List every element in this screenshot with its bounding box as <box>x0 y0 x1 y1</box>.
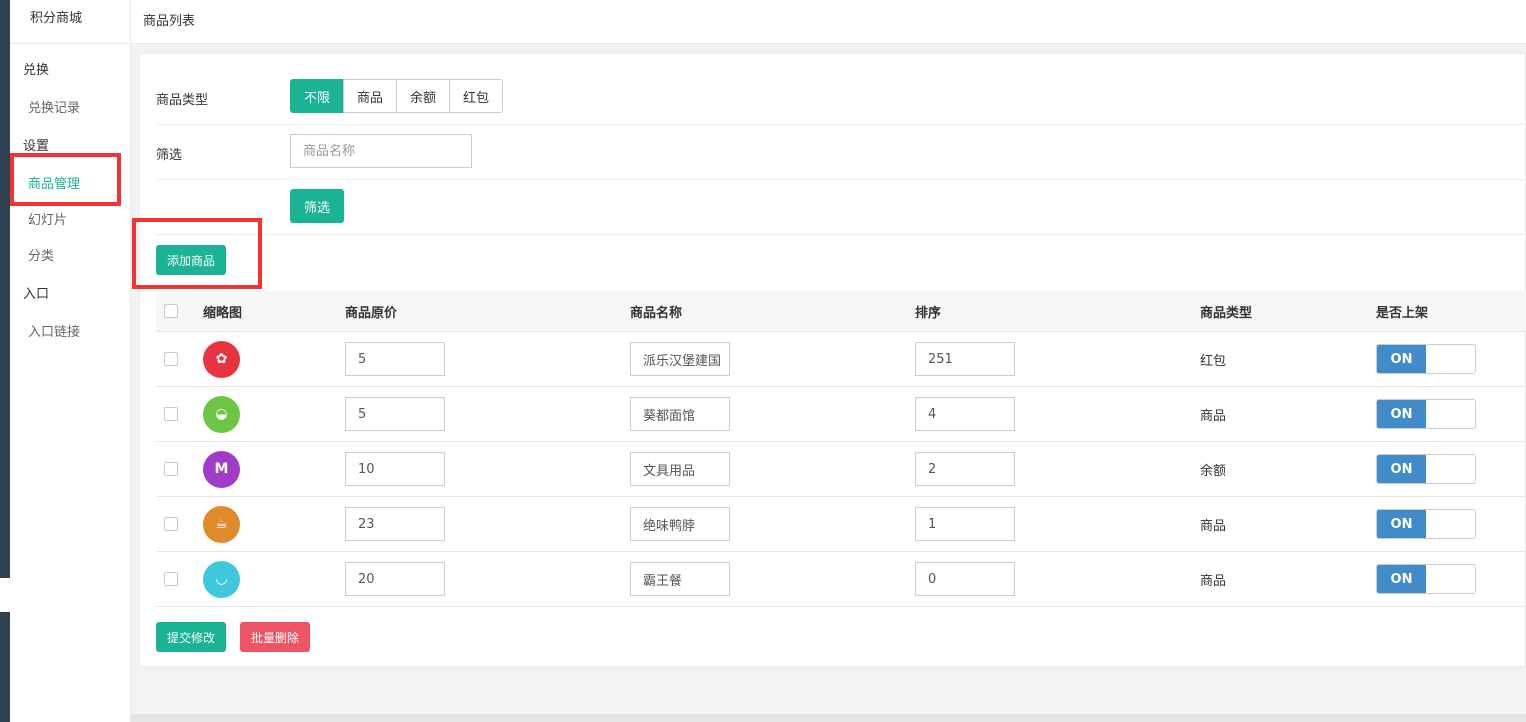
noodle-bowl-icon: ◡ <box>203 560 240 598</box>
row-checkbox[interactable] <box>164 517 178 531</box>
product-type-value: 余额 <box>1200 463 1227 479</box>
cookie-icon: ✿ <box>203 340 240 378</box>
product-name-search-input[interactable] <box>290 134 472 168</box>
divider <box>156 234 1526 235</box>
col-sort: 排序 <box>915 305 942 321</box>
coffee-icon: ☕ <box>203 505 240 543</box>
sidebar-section-settings[interactable]: 设置 <box>23 135 49 154</box>
sidebar-item-entry-links[interactable]: 入口链接 <box>28 321 80 340</box>
col-original-price: 商品原价 <box>345 305 398 321</box>
filter-button[interactable]: 筛选 <box>290 189 344 223</box>
type-option-balance[interactable]: 余额 <box>396 79 450 113</box>
product-type-value: 商品 <box>1200 573 1227 589</box>
col-thumbnail: 缩略图 <box>203 305 243 321</box>
divider <box>156 179 1526 180</box>
product-table: 缩略图 商品原价 商品名称 排序 商品类型 是否上架 ✿ 红包 ON ◒ <box>156 291 1526 607</box>
sidebar-item-categories[interactable]: 分类 <box>28 245 54 264</box>
submit-changes-button[interactable]: 提交修改 <box>156 622 226 652</box>
page-title: 商品列表 <box>143 14 196 29</box>
sort-input[interactable] <box>915 342 1015 376</box>
col-product-type: 商品类型 <box>1200 305 1253 321</box>
table-row: ☕ 商品 ON <box>156 497 1526 552</box>
product-type-group: 不限 商品 余额 红包 <box>290 79 503 113</box>
listed-toggle[interactable]: ON <box>1376 399 1476 429</box>
sort-input[interactable] <box>915 507 1015 541</box>
filter-label: 筛选 <box>156 148 183 163</box>
product-name-input[interactable] <box>630 507 730 541</box>
bottom-bar <box>131 714 1526 722</box>
batch-delete-button[interactable]: 批量删除 <box>240 622 310 652</box>
select-all-checkbox[interactable] <box>164 304 178 318</box>
type-option-any[interactable]: 不限 <box>290 79 344 113</box>
main-content: 商品类型 不限 商品 余额 红包 筛选 筛选 添加商品 缩略图 商品原价 商品名… <box>131 44 1526 722</box>
table-row: ◡ 商品 ON <box>156 552 1526 607</box>
sidebar-section-entry[interactable]: 入口 <box>23 283 49 302</box>
sort-input[interactable] <box>915 397 1015 431</box>
price-input[interactable] <box>345 342 445 376</box>
product-type-value: 商品 <box>1200 518 1227 534</box>
type-option-red-packet[interactable]: 红包 <box>449 79 503 113</box>
sidebar: 积分商城 兑换 兑换记录 设置 商品管理 幻灯片 分类 入口 入口链接 <box>10 0 131 722</box>
row-checkbox[interactable] <box>164 462 178 476</box>
row-checkbox[interactable] <box>164 572 178 586</box>
melon-icon: ◒ <box>203 395 240 433</box>
product-type-value: 红包 <box>1200 353 1227 369</box>
sort-input[interactable] <box>915 562 1015 596</box>
sidebar-section-exchange[interactable]: 兑换 <box>23 59 49 78</box>
product-name-input[interactable] <box>630 452 730 486</box>
highlight-box-add-product <box>132 218 262 289</box>
sidebar-item-exchange-records[interactable]: 兑换记录 <box>28 97 80 116</box>
m-cup-icon: M <box>203 450 240 488</box>
product-name-input[interactable] <box>630 342 730 376</box>
price-input[interactable] <box>345 562 445 596</box>
product-name-input[interactable] <box>630 397 730 431</box>
table-row: ◒ 商品 ON <box>156 387 1526 442</box>
sidebar-brand: 积分商城 <box>10 0 130 44</box>
price-input[interactable] <box>345 507 445 541</box>
row-checkbox[interactable] <box>164 352 178 366</box>
product-name-input[interactable] <box>630 562 730 596</box>
product-panel: 商品类型 不限 商品 余额 红包 筛选 筛选 添加商品 缩略图 商品原价 商品名… <box>139 53 1526 667</box>
listed-toggle[interactable]: ON <box>1376 344 1476 374</box>
col-product-name: 商品名称 <box>630 305 683 321</box>
col-listed: 是否上架 <box>1376 305 1429 321</box>
type-option-product[interactable]: 商品 <box>343 79 397 113</box>
left-edge-strip <box>0 0 10 722</box>
listed-toggle[interactable]: ON <box>1376 564 1476 594</box>
table-row: M 余额 ON <box>156 442 1526 497</box>
sidebar-item-slides[interactable]: 幻灯片 <box>28 209 67 228</box>
product-type-label: 商品类型 <box>156 93 209 108</box>
divider <box>156 124 1526 125</box>
product-type-value: 商品 <box>1200 408 1227 424</box>
table-row: ✿ 红包 ON <box>156 332 1526 387</box>
price-input[interactable] <box>345 397 445 431</box>
listed-toggle[interactable]: ON <box>1376 509 1476 539</box>
sort-input[interactable] <box>915 452 1015 486</box>
top-bar: 商品列表 <box>131 0 1526 44</box>
table-header: 缩略图 商品原价 商品名称 排序 商品类型 是否上架 <box>156 291 1526 332</box>
highlight-box-product-management <box>10 153 121 206</box>
listed-toggle[interactable]: ON <box>1376 454 1476 484</box>
price-input[interactable] <box>345 452 445 486</box>
row-checkbox[interactable] <box>164 407 178 421</box>
